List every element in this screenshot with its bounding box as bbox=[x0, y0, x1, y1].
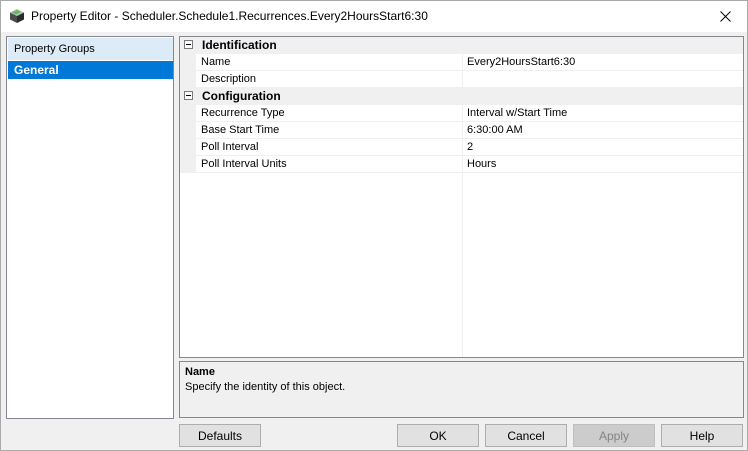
property-name: Poll Interval Units bbox=[201, 158, 287, 170]
property-row-recurrence-type[interactable]: Recurrence Type Interval w/Start Time bbox=[180, 105, 743, 122]
collapse-icon[interactable] bbox=[184, 40, 193, 49]
property-grid: Identification Name Every2HoursStart6:30… bbox=[179, 36, 744, 358]
row-gutter bbox=[180, 105, 196, 122]
property-value[interactable]: 2 bbox=[467, 141, 473, 153]
group-item-general[interactable]: General bbox=[8, 61, 173, 79]
row-gutter bbox=[180, 71, 196, 88]
close-icon bbox=[719, 10, 731, 22]
property-name: Poll Interval bbox=[201, 141, 259, 153]
property-value[interactable]: Every2HoursStart6:30 bbox=[467, 56, 575, 68]
row-gutter bbox=[180, 156, 196, 173]
row-gutter bbox=[180, 54, 196, 71]
property-value[interactable]: Hours bbox=[467, 158, 496, 170]
cancel-button[interactable]: Cancel bbox=[485, 424, 567, 447]
apply-button[interactable]: Apply bbox=[573, 424, 655, 447]
gem-cube-icon bbox=[9, 8, 25, 24]
property-row-description[interactable]: Description bbox=[180, 71, 743, 88]
help-description-panel: Name Specify the identity of this object… bbox=[179, 361, 744, 418]
window-title: Property Editor - Scheduler.Schedule1.Re… bbox=[31, 9, 428, 23]
property-row-poll-interval[interactable]: Poll Interval 2 bbox=[180, 139, 743, 156]
property-row-base-start-time[interactable]: Base Start Time 6:30:00 AM bbox=[180, 122, 743, 139]
property-name: Name bbox=[201, 56, 231, 68]
property-name: Recurrence Type bbox=[201, 107, 285, 119]
help-title: Name bbox=[185, 366, 215, 378]
help-button[interactable]: Help bbox=[661, 424, 743, 447]
category-identification[interactable]: Identification bbox=[180, 37, 743, 54]
row-gutter bbox=[180, 139, 196, 156]
help-description: Specify the identity of this object. bbox=[185, 381, 346, 393]
property-name: Base Start Time bbox=[201, 124, 280, 136]
property-value[interactable]: Interval w/Start Time bbox=[467, 107, 567, 119]
close-button[interactable] bbox=[703, 1, 747, 31]
property-name: Description bbox=[201, 73, 257, 85]
category-configuration[interactable]: Configuration bbox=[180, 88, 743, 105]
property-row-name[interactable]: Name Every2HoursStart6:30 bbox=[180, 54, 743, 71]
property-row-poll-interval-units[interactable]: Poll Interval Units Hours bbox=[180, 156, 743, 173]
property-groups-panel: Property Groups General bbox=[6, 36, 174, 419]
ok-button[interactable]: OK bbox=[397, 424, 479, 447]
collapse-icon[interactable] bbox=[184, 91, 193, 100]
category-label: Configuration bbox=[202, 89, 281, 103]
property-value[interactable]: 6:30:00 AM bbox=[467, 124, 523, 136]
property-editor-window: Property Editor - Scheduler.Schedule1.Re… bbox=[0, 0, 748, 451]
category-label: Identification bbox=[202, 38, 277, 52]
property-groups-header: Property Groups bbox=[8, 38, 173, 60]
title-bar[interactable]: Property Editor - Scheduler.Schedule1.Re… bbox=[1, 1, 747, 32]
row-gutter bbox=[180, 122, 196, 139]
defaults-button[interactable]: Defaults bbox=[179, 424, 261, 447]
